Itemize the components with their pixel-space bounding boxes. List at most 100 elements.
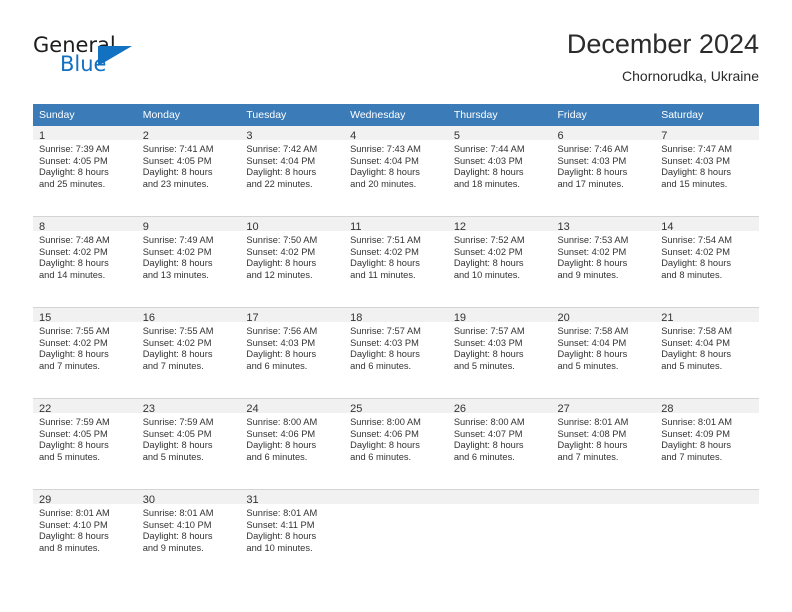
calendar-day-cell[interactable]: 20 Sunrise: 7:58 AM Sunset: 4:04 PM Dayligh… (551, 308, 656, 392)
week-row-divider (33, 300, 759, 308)
sunset-text: Sunset: 4:05 PM (142, 428, 212, 439)
week-row-divider-cell (33, 209, 759, 217)
calendar-day-cell[interactable]: 16 Sunrise: 7:55 AM Sunset: 4:02 PM Dayligh… (136, 308, 241, 392)
daylight-text-line2: and 7 minutes. (661, 451, 723, 462)
daylight-text-line2: and 20 minutes. (350, 178, 417, 189)
day-cell-body: 19 Sunrise: 7:57 AM Sunset: 4:03 PM Dayligh… (447, 308, 552, 391)
sunset-text: Sunset: 4:06 PM (350, 428, 419, 439)
week-row-divider-cell (33, 300, 759, 308)
page-header: General Blue December 2024 Chornorudka, … (0, 0, 792, 100)
weekday-header-wednesday: Wednesday (344, 104, 448, 126)
daylight-text-line2: and 22 minutes. (246, 178, 313, 189)
day-cell-body: 17 Sunrise: 7:56 AM Sunset: 4:03 PM Dayligh… (240, 308, 345, 391)
daylight-text-line2: and 13 minutes. (142, 269, 209, 280)
calendar-day-cell[interactable]: 8 Sunrise: 7:48 AM Sunset: 4:02 PM Daylight… (33, 217, 137, 301)
calendar-day-cell[interactable]: 9 Sunrise: 7:49 AM Sunset: 4:02 PM Daylight… (136, 217, 241, 301)
daylight-text-line1: Daylight: 8 hours (142, 440, 213, 451)
calendar-day-cell[interactable]: 6 Sunrise: 7:46 AM Sunset: 4:03 PM Daylight… (551, 126, 656, 209)
daylight-text-line1: Daylight: 8 hours (350, 349, 420, 360)
sunrise-text: Sunrise: 7:41 AM (142, 144, 214, 154)
calendar-day-cell[interactable]: 12 Sunrise: 7:52 AM Sunset: 4:02 PM Dayligh… (447, 217, 552, 301)
calendar-day-cell[interactable]: 14 Sunrise: 7:54 AM Sunset: 4:02 PM Dayligh… (655, 217, 759, 301)
daylight-text-line2: and 18 minutes. (453, 178, 520, 189)
calendar-day-cell[interactable]: 21 Sunrise: 7:58 AM Sunset: 4:04 PM Dayligh… (655, 308, 759, 392)
sunrise-text: Sunrise: 7:43 AM (350, 144, 421, 154)
daylight-text-line1: Daylight: 8 hours (350, 440, 420, 451)
day-cell-body (655, 490, 759, 573)
calendar-day-cell[interactable]: 17 Sunrise: 7:56 AM Sunset: 4:03 PM Dayligh… (240, 308, 345, 392)
calendar-week-row: 22 Sunrise: 7:59 AM Sunset: 4:05 PM Dayligh… (33, 399, 759, 483)
day-number: 11 (344, 217, 448, 233)
calendar-day-cell[interactable]: 24 Sunrise: 8:00 AM Sunset: 4:06 PM Dayligh… (240, 399, 345, 483)
daylight-text-line2: and 7 minutes. (557, 451, 619, 462)
weekday-header-tuesday: Tuesday (240, 104, 345, 126)
calendar-day-cell[interactable]: 1 Sunrise: 7:39 AM Sunset: 4:05 PM Daylight… (33, 126, 137, 209)
daylight-text-line1: Daylight: 8 hours (557, 349, 628, 360)
day-details: Sunrise: 7:54 AM Sunset: 4:02 PM Daylight:… (655, 231, 759, 281)
sunrise-text: Sunrise: 7:53 AM (557, 235, 629, 245)
day-number: 19 (447, 308, 552, 324)
day-number: 22 (33, 399, 137, 415)
week-row-divider (33, 391, 759, 399)
day-details: Sunrise: 7:39 AM Sunset: 4:05 PM Daylight:… (33, 140, 137, 190)
calendar-day-cell[interactable]: 5 Sunrise: 7:44 AM Sunset: 4:03 PM Daylight… (447, 126, 552, 209)
day-cell-body: 16 Sunrise: 7:55 AM Sunset: 4:02 PM Dayligh… (136, 308, 241, 391)
day-details: Sunrise: 7:55 AM Sunset: 4:02 PM Daylight:… (33, 322, 137, 372)
calendar-day-cell[interactable]: 4 Sunrise: 7:43 AM Sunset: 4:04 PM Daylight… (344, 126, 448, 209)
calendar-day-cell[interactable]: 7 Sunrise: 7:47 AM Sunset: 4:03 PM Daylight… (655, 126, 759, 209)
calendar-day-cell[interactable]: 19 Sunrise: 7:57 AM Sunset: 4:03 PM Dayligh… (447, 308, 552, 392)
sunrise-text: Sunrise: 7:59 AM (39, 417, 110, 427)
day-number: 18 (344, 308, 448, 324)
sunrise-text: Sunrise: 7:56 AM (246, 326, 318, 336)
daylight-text-line1: Daylight: 8 hours (39, 349, 109, 360)
calendar-day-cell[interactable]: 13 Sunrise: 7:53 AM Sunset: 4:02 PM Dayligh… (551, 217, 656, 301)
day-cell-body: 5 Sunrise: 7:44 AM Sunset: 4:03 PM Daylight… (447, 126, 552, 209)
weekday-header-thursday: Thursday (447, 104, 552, 126)
day-number (344, 490, 448, 504)
calendar-day-cell[interactable]: 27 Sunrise: 8:01 AM Sunset: 4:08 PM Dayligh… (551, 399, 656, 483)
day-number: 5 (447, 126, 552, 142)
calendar-day-cell[interactable]: 25 Sunrise: 8:00 AM Sunset: 4:06 PM Dayligh… (344, 399, 448, 483)
calendar-day-cell[interactable]: 26 Sunrise: 8:00 AM Sunset: 4:07 PM Dayligh… (447, 399, 552, 483)
calendar-day-cell[interactable]: 18 Sunrise: 7:57 AM Sunset: 4:03 PM Dayligh… (344, 308, 448, 392)
day-number: 16 (136, 308, 241, 324)
sunrise-text: Sunrise: 7:44 AM (453, 144, 525, 154)
calendar-day-cell[interactable]: 29 Sunrise: 8:01 AM Sunset: 4:10 PM Dayligh… (33, 490, 137, 574)
calendar-day-cell[interactable]: 11 Sunrise: 7:51 AM Sunset: 4:02 PM Dayligh… (344, 217, 448, 301)
sunrise-text: Sunrise: 7:57 AM (350, 326, 421, 336)
calendar-day-cell[interactable]: 23 Sunrise: 7:59 AM Sunset: 4:05 PM Dayligh… (136, 399, 241, 483)
sunset-text: Sunset: 4:02 PM (453, 246, 523, 257)
sunset-text: Sunset: 4:02 PM (246, 246, 316, 257)
sunrise-text: Sunrise: 7:50 AM (246, 235, 318, 245)
daylight-text-line2: and 5 minutes. (557, 360, 619, 371)
day-number (447, 490, 552, 504)
daylight-text-line1: Daylight: 8 hours (39, 167, 109, 178)
daylight-text-line1: Daylight: 8 hours (453, 440, 524, 451)
day-number: 31 (240, 490, 345, 506)
daylight-text-line1: Daylight: 8 hours (661, 349, 731, 360)
day-details: Sunrise: 7:58 AM Sunset: 4:04 PM Daylight:… (655, 322, 759, 372)
calendar-day-cell[interactable]: 22 Sunrise: 7:59 AM Sunset: 4:05 PM Dayligh… (33, 399, 137, 483)
day-details: Sunrise: 8:01 AM Sunset: 4:08 PM Daylight:… (552, 413, 656, 463)
sunset-text: Sunset: 4:07 PM (453, 428, 523, 439)
day-number: 8 (33, 217, 137, 233)
calendar-day-cell-empty (655, 490, 759, 574)
calendar-day-cell[interactable]: 31 Sunrise: 8:01 AM Sunset: 4:11 PM Dayligh… (240, 490, 345, 574)
daylight-text-line2: and 11 minutes. (350, 269, 416, 280)
generalblue-logo[interactable]: General Blue (33, 33, 163, 81)
calendar-day-cell[interactable]: 28 Sunrise: 8:01 AM Sunset: 4:09 PM Dayligh… (655, 399, 759, 483)
calendar-day-cell[interactable]: 3 Sunrise: 7:42 AM Sunset: 4:04 PM Daylight… (240, 126, 345, 209)
daylight-text-line2: and 6 minutes. (453, 451, 515, 462)
calendar-day-cell[interactable]: 30 Sunrise: 8:01 AM Sunset: 4:10 PM Dayligh… (136, 490, 241, 574)
day-number: 3 (240, 126, 345, 142)
calendar-day-cell[interactable]: 10 Sunrise: 7:50 AM Sunset: 4:02 PM Dayligh… (240, 217, 345, 301)
sunset-text: Sunset: 4:02 PM (39, 337, 108, 348)
day-cell-body: 1 Sunrise: 7:39 AM Sunset: 4:05 PM Daylight… (33, 126, 137, 209)
day-number: 2 (136, 126, 241, 142)
sunrise-text: Sunrise: 7:55 AM (142, 326, 214, 336)
calendar-day-cell[interactable]: 15 Sunrise: 7:55 AM Sunset: 4:02 PM Dayligh… (33, 308, 137, 392)
daylight-text-line1: Daylight: 8 hours (246, 258, 317, 269)
calendar-day-cell[interactable]: 2 Sunrise: 7:41 AM Sunset: 4:05 PM Daylight… (136, 126, 241, 209)
day-cell-body: 3 Sunrise: 7:42 AM Sunset: 4:04 PM Daylight… (240, 126, 345, 209)
day-number: 27 (551, 399, 656, 415)
